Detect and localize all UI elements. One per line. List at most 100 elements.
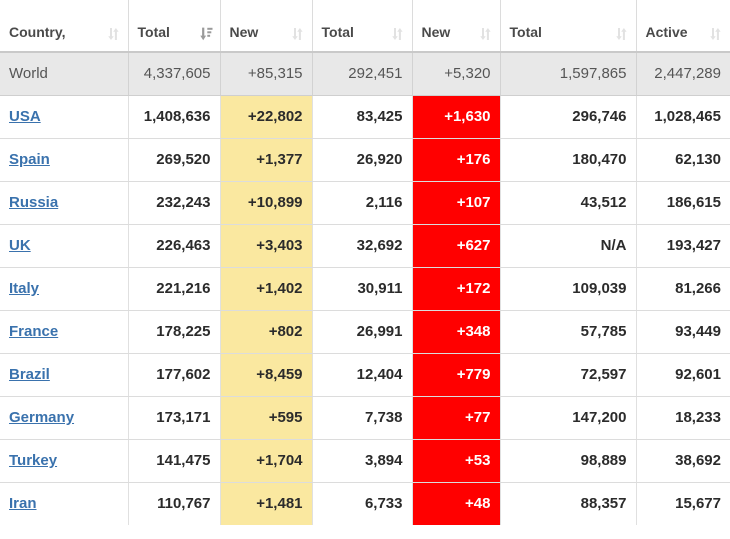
cell-country: World [0, 52, 129, 96]
sort-unsorted-icon[interactable] [710, 27, 721, 41]
sort-unsorted-icon[interactable] [107, 27, 119, 41]
cell-new-cases: +1,377 [220, 138, 313, 182]
column-header-country[interactable]: Country, [0, 0, 129, 53]
column-header-total_recovered[interactable]: Total [500, 0, 637, 53]
column-header-total_deaths[interactable]: Total [312, 0, 413, 53]
country-link[interactable]: Brazil [9, 366, 50, 383]
cell-total-cases: 177,602 [128, 353, 221, 397]
country-link[interactable]: Russia [9, 194, 58, 211]
cell-country: USA [0, 95, 129, 139]
cell-new-cases: +1,481 [220, 482, 313, 525]
cell-total-recovered: N/A [500, 224, 637, 268]
column-header-active_cases[interactable]: Active [636, 0, 730, 53]
cell-new-deaths: +48 [412, 482, 501, 525]
column-header-label-total_deaths: Total [321, 24, 354, 40]
cell-country: Italy [0, 267, 129, 311]
column-header-label-new_cases: New [229, 24, 259, 40]
column-header-label-active_cases: Active [645, 24, 688, 40]
cell-country: Brazil [0, 353, 129, 397]
sort-unsorted-icon[interactable] [291, 27, 303, 41]
cell-country: UK [0, 224, 129, 268]
cell-active-cases: 62,130 [636, 138, 730, 182]
country-link[interactable]: Italy [9, 280, 39, 297]
cell-total-cases: 232,243 [128, 181, 221, 225]
cell-total-recovered: 88,357 [500, 482, 637, 525]
cell-new-deaths: +107 [412, 181, 501, 225]
cell-new-cases: +3,403 [220, 224, 313, 268]
cell-total-cases: 178,225 [128, 310, 221, 354]
country-link[interactable]: Germany [9, 409, 74, 426]
country-link[interactable]: France [9, 323, 58, 340]
cell-total-deaths: 3,894 [312, 439, 413, 483]
cell-total-cases: 173,171 [128, 396, 221, 440]
table-header-row: Country, Total New Total New Total Active [0, 0, 730, 53]
cell-active-cases: 81,266 [636, 267, 730, 311]
table-row: USA 1,408,636 +22,802 83,425 +1,630 296,746 1,… [0, 95, 730, 139]
cell-total-deaths: 6,733 [312, 482, 413, 525]
cell-new-deaths: +77 [412, 396, 501, 440]
table-row: Brazil 177,602 +8,459 12,404 +779 72,597 92,60… [0, 353, 730, 397]
country-link[interactable]: Turkey [9, 452, 57, 469]
cell-new-deaths: +5,320 [412, 52, 501, 96]
cell-active-cases: 38,692 [636, 439, 730, 483]
column-header-label-new_deaths: New [421, 24, 451, 40]
column-header-new_deaths[interactable]: New [412, 0, 501, 53]
cell-total-recovered: 57,785 [500, 310, 637, 354]
cell-new-deaths: +348 [412, 310, 501, 354]
country-link[interactable]: Iran [9, 495, 37, 512]
cell-active-cases: 186,615 [636, 181, 730, 225]
sort-unsorted-icon[interactable] [479, 27, 491, 41]
cell-new-cases: +85,315 [220, 52, 313, 96]
cell-total-recovered: 43,512 [500, 181, 637, 225]
covid-country-statistics-table: Country, Total New Total New Total Active Worl… [0, 0, 730, 525]
cell-new-cases: +802 [220, 310, 313, 354]
table-row: Turkey 141,475 +1,704 3,894 +53 98,889 38,692 [0, 439, 730, 483]
column-header-new_cases[interactable]: New [220, 0, 313, 53]
cell-total-deaths: 32,692 [312, 224, 413, 268]
cell-new-cases: +595 [220, 396, 313, 440]
cell-total-cases: 1,408,636 [128, 95, 221, 139]
cell-total-cases: 226,463 [128, 224, 221, 268]
cell-total-deaths: 83,425 [312, 95, 413, 139]
country-link[interactable]: UK [9, 237, 31, 254]
cell-total-recovered: 180,470 [500, 138, 637, 182]
column-header-total_cases[interactable]: Total [128, 0, 221, 53]
cell-active-cases: 193,427 [636, 224, 730, 268]
cell-country: Spain [0, 138, 129, 182]
table-row: France 178,225 +802 26,991 +348 57,785 93,449 [0, 310, 730, 354]
sort-unsorted-icon[interactable] [615, 27, 627, 41]
cell-total-deaths: 7,738 [312, 396, 413, 440]
cell-active-cases: 92,601 [636, 353, 730, 397]
table-row: Iran 110,767 +1,481 6,733 +48 88,357 15,677 [0, 482, 730, 525]
cell-total-cases: 269,520 [128, 138, 221, 182]
table-row: Germany 173,171 +595 7,738 +77 147,200 18,233 [0, 396, 730, 440]
cell-total-deaths: 26,991 [312, 310, 413, 354]
country-link[interactable]: USA [9, 108, 41, 125]
table-body: World 4,337,605 +85,315 292,451 +5,320 1,597,… [0, 52, 730, 525]
cell-active-cases: 93,449 [636, 310, 730, 354]
cell-country: Russia [0, 181, 129, 225]
cell-new-deaths: +779 [412, 353, 501, 397]
cell-total-recovered: 296,746 [500, 95, 637, 139]
cell-total-deaths: 26,920 [312, 138, 413, 182]
cell-total-cases: 141,475 [128, 439, 221, 483]
sort-descending-icon[interactable] [199, 27, 212, 41]
cell-total-deaths: 2,116 [312, 181, 413, 225]
column-header-label-total_cases: Total [137, 24, 170, 40]
cell-total-recovered: 98,889 [500, 439, 637, 483]
sort-unsorted-icon[interactable] [391, 27, 403, 41]
cell-new-cases: +8,459 [220, 353, 313, 397]
cell-country: Iran [0, 482, 129, 525]
cell-total-deaths: 30,911 [312, 267, 413, 311]
cell-new-cases: +22,802 [220, 95, 313, 139]
cell-total-cases: 221,216 [128, 267, 221, 311]
cell-total-recovered: 72,597 [500, 353, 637, 397]
table-row: Spain 269,520 +1,377 26,920 +176 180,470 62,13… [0, 138, 730, 182]
cell-new-deaths: +627 [412, 224, 501, 268]
country-link[interactable]: Spain [9, 151, 50, 168]
cell-country: Germany [0, 396, 129, 440]
cell-total-cases: 110,767 [128, 482, 221, 525]
table-row: Russia 232,243 +10,899 2,116 +107 43,512 186,6… [0, 181, 730, 225]
column-header-label-country: Country, [9, 24, 66, 40]
cell-new-deaths: +172 [412, 267, 501, 311]
